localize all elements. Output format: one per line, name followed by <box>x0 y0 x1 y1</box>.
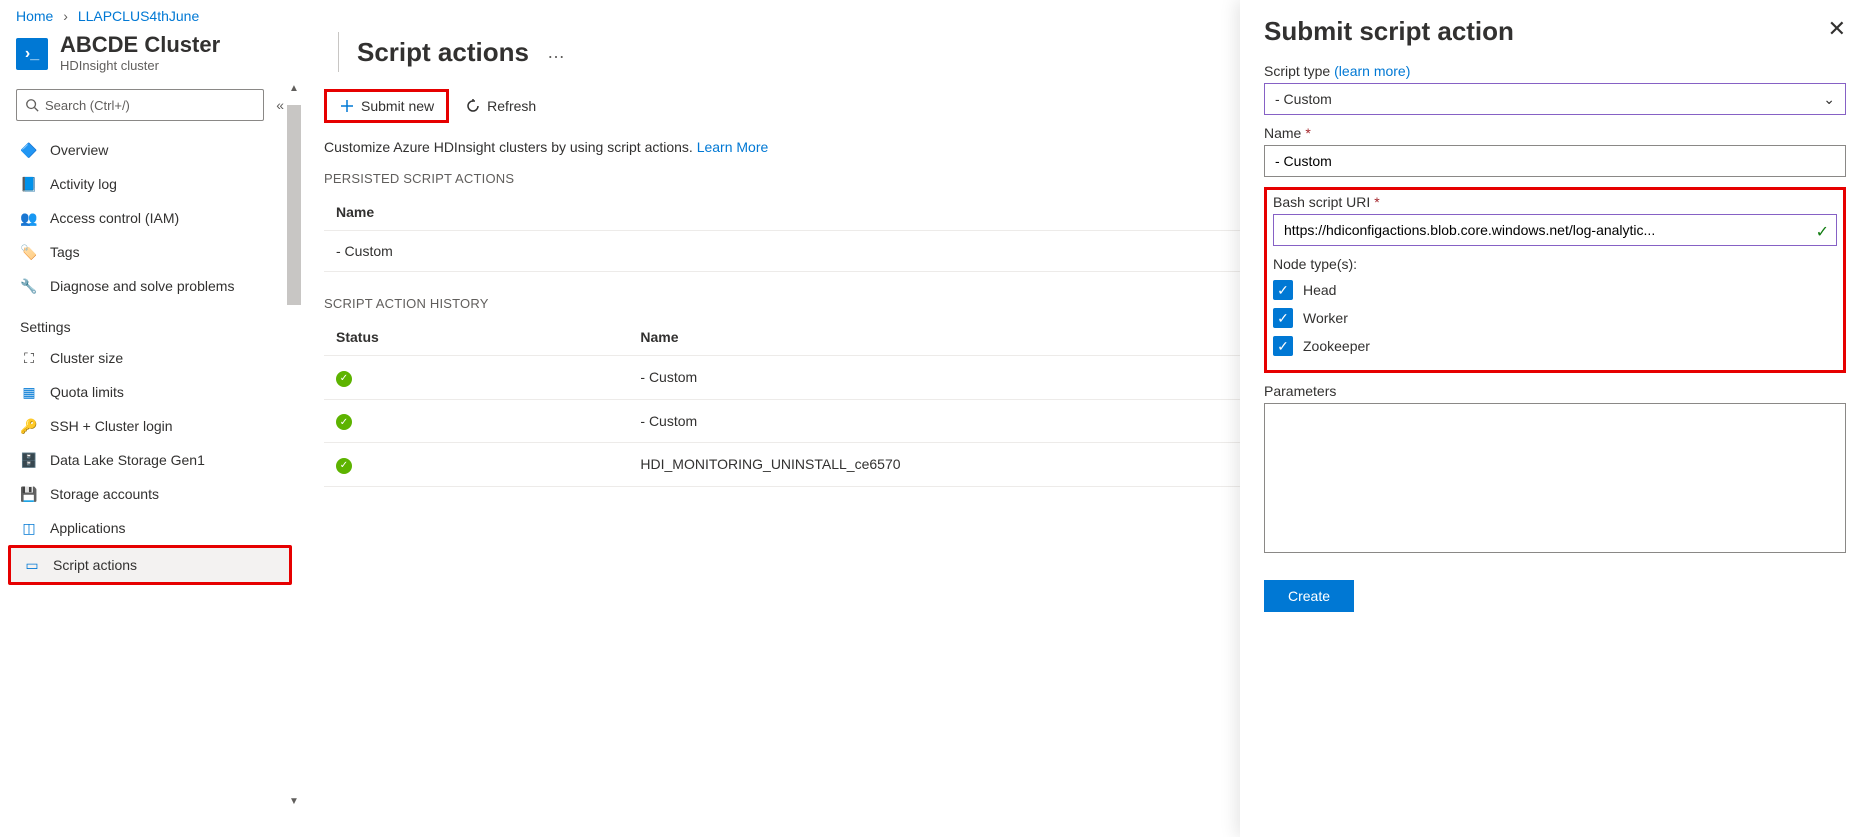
validated-icon: ✓ <box>1816 222 1829 242</box>
checkbox-icon: ✓ <box>1273 280 1293 300</box>
wrench-icon: 🔧 <box>20 277 38 295</box>
create-button[interactable]: Create <box>1264 580 1354 612</box>
scroll-thumb[interactable] <box>287 105 301 305</box>
name-field[interactable] <box>1264 145 1846 177</box>
breadcrumb-home[interactable]: Home <box>16 8 53 24</box>
sidebar-item-cluster-size[interactable]: ⛶Cluster size <box>8 341 292 375</box>
grid-icon: ▦ <box>20 383 38 401</box>
submit-new-button[interactable]: Submit new <box>324 89 449 123</box>
learn-more-link[interactable]: Learn More <box>697 139 769 155</box>
search-icon <box>25 98 39 112</box>
success-icon: ✓ <box>336 414 352 430</box>
scroll-up-icon[interactable]: ▲ <box>289 81 299 95</box>
close-icon[interactable]: ✕ <box>1828 16 1846 42</box>
disk-icon: 💾 <box>20 485 38 503</box>
plus-icon <box>339 98 355 114</box>
checkbox-zookeeper[interactable]: ✓ Zookeeper <box>1273 336 1837 356</box>
scroll-down-icon[interactable]: ▼ <box>289 794 299 808</box>
cluster-icon: ›_ <box>16 38 48 70</box>
learn-more-link[interactable]: (learn more) <box>1334 63 1410 79</box>
overview-icon: 🔷 <box>20 141 38 159</box>
collapse-icon[interactable]: « <box>276 97 284 113</box>
refresh-button[interactable]: Refresh <box>453 92 548 120</box>
script-type-label: Script type (learn more) <box>1264 63 1846 79</box>
resize-icon: ⛶ <box>20 349 38 367</box>
panel-title: Submit script action <box>1264 16 1514 47</box>
sidebar-item-storage[interactable]: 💾Storage accounts <box>8 477 292 511</box>
parameters-field[interactable] <box>1264 403 1846 553</box>
log-icon: 📘 <box>20 175 38 193</box>
persisted-header-name: Name <box>324 194 1237 231</box>
people-icon: 👥 <box>20 209 38 227</box>
checkbox-icon: ✓ <box>1273 308 1293 328</box>
sidebar-item-quota-limits[interactable]: ▦Quota limits <box>8 375 292 409</box>
submit-panel: Submit script action ✕ Script type (lear… <box>1240 0 1870 837</box>
key-icon: 🔑 <box>20 417 38 435</box>
sidebar-section-settings: Settings <box>8 303 292 341</box>
success-icon: ✓ <box>336 458 352 474</box>
refresh-icon <box>465 98 481 114</box>
parameters-label: Parameters <box>1264 383 1846 399</box>
checkbox-head[interactable]: ✓ Head <box>1273 280 1837 300</box>
checkbox-icon: ✓ <box>1273 336 1293 356</box>
node-types-label: Node type(s): <box>1273 256 1837 272</box>
cluster-type: HDInsight cluster <box>60 58 300 73</box>
sidebar-item-activity-log[interactable]: 📘Activity log <box>8 167 292 201</box>
chevron-down-icon: ⌄ <box>1823 91 1835 108</box>
apps-icon: ◫ <box>20 519 38 537</box>
sidebar-item-diagnose[interactable]: 🔧Diagnose and solve problems <box>8 269 292 303</box>
sidebar-item-datalake[interactable]: 🗄️Data Lake Storage Gen1 <box>8 443 292 477</box>
sidebar-item-script-actions[interactable]: ▭Script actions <box>8 545 292 585</box>
highlighted-section: Bash script URI* ✓ Node type(s): ✓ Head … <box>1264 187 1846 373</box>
storage-icon: 🗄️ <box>20 451 38 469</box>
uri-label: Bash script URI* <box>1273 194 1837 210</box>
sidebar-item-overview[interactable]: 🔷Overview <box>8 133 292 167</box>
cluster-name: ABCDE Cluster <box>60 32 300 58</box>
page-title: Script actions <box>357 37 529 68</box>
uri-field[interactable] <box>1273 214 1837 246</box>
sidebar-item-tags[interactable]: 🏷️Tags <box>8 235 292 269</box>
breadcrumb-resource[interactable]: LLAPCLUS4thJune <box>78 8 199 24</box>
sidebar-item-ssh-login[interactable]: 🔑SSH + Cluster login <box>8 409 292 443</box>
name-label: Name* <box>1264 125 1846 141</box>
sidebar: Search (Ctrl+/) « 🔷Overview 📘Activity lo… <box>0 81 300 808</box>
checkbox-worker[interactable]: ✓ Worker <box>1273 308 1837 328</box>
sidebar-item-access-control[interactable]: 👥Access control (IAM) <box>8 201 292 235</box>
sidebar-item-applications[interactable]: ◫Applications <box>8 511 292 545</box>
script-type-select[interactable]: - Custom ⌄ <box>1264 83 1846 115</box>
history-header-status: Status <box>324 319 628 356</box>
more-icon[interactable]: … <box>547 42 565 63</box>
success-icon: ✓ <box>336 371 352 387</box>
tag-icon: 🏷️ <box>20 243 38 261</box>
script-icon: ▭ <box>23 556 41 574</box>
search-input[interactable]: Search (Ctrl+/) <box>16 89 264 121</box>
